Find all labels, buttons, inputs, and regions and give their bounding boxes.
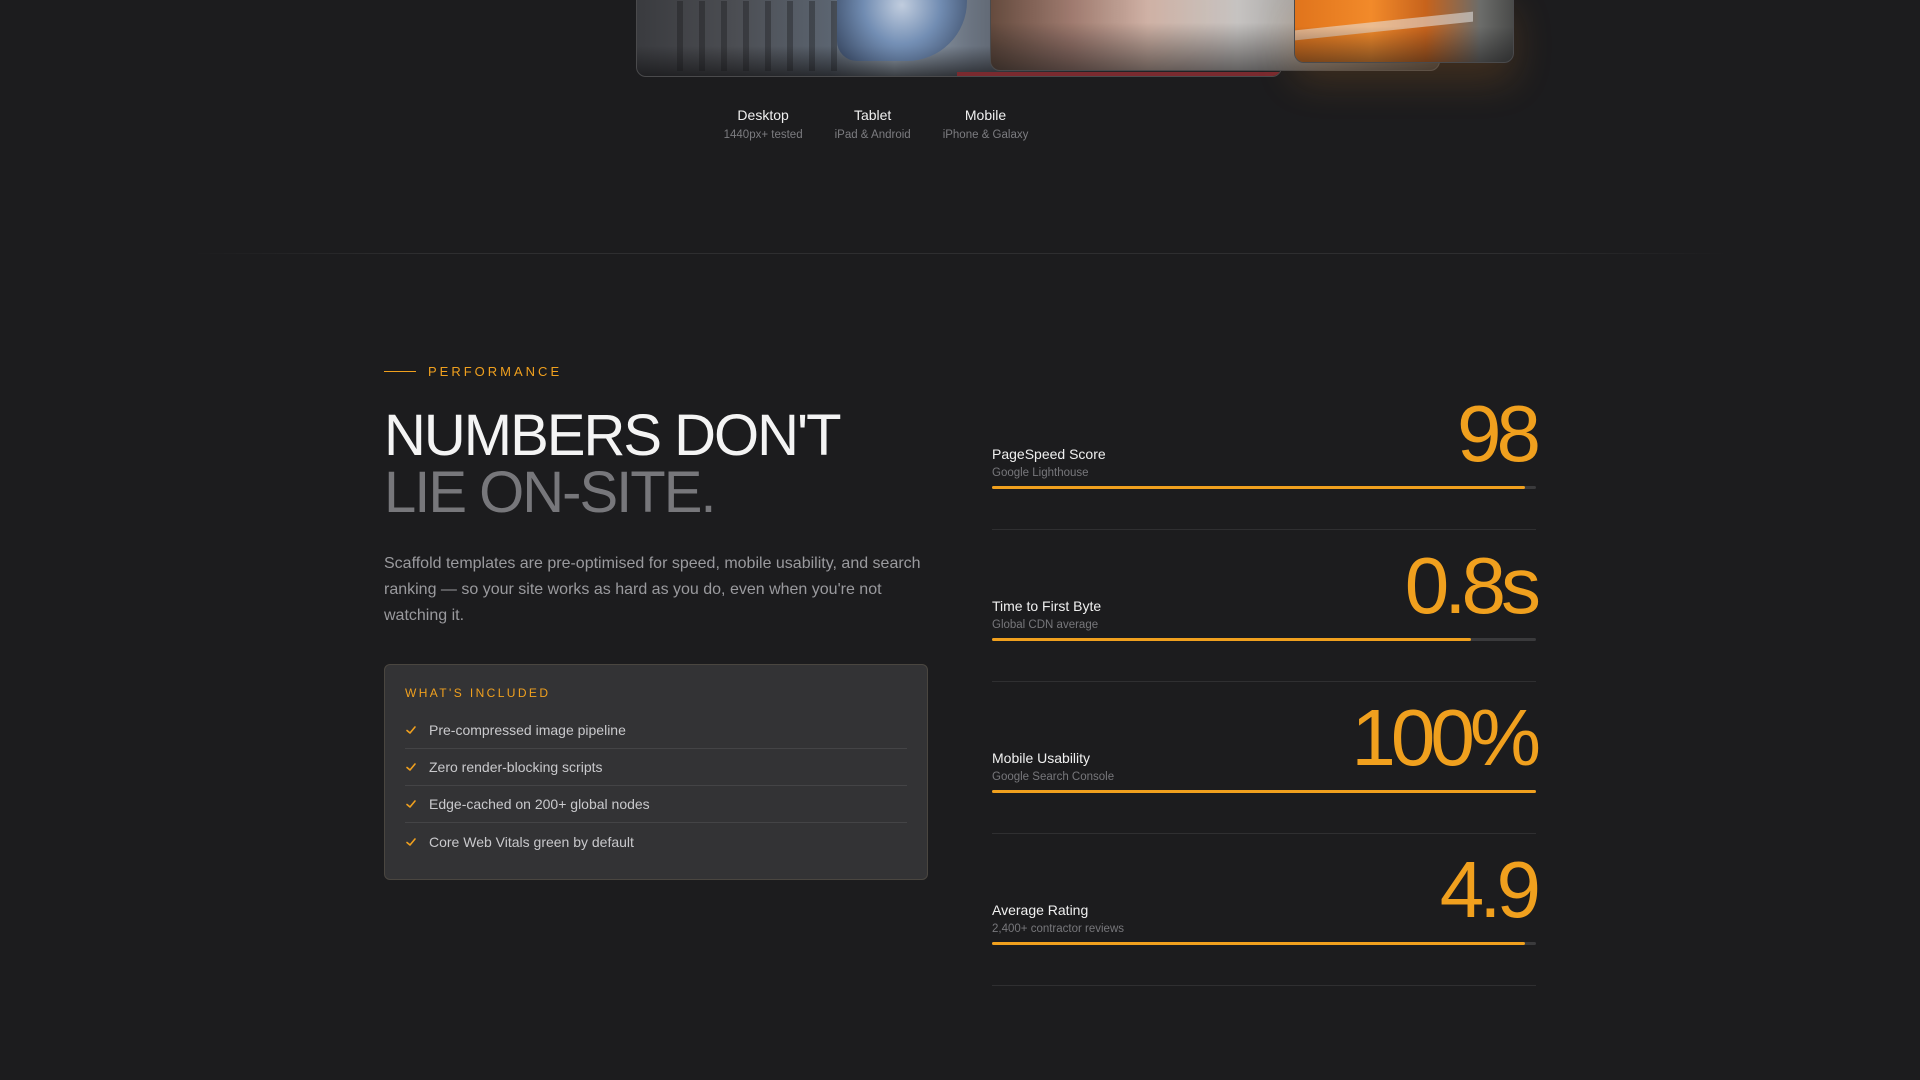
stat-value: 0.8s xyxy=(1404,541,1541,630)
stat-source: Google Lighthouse xyxy=(992,467,1089,479)
progress-track xyxy=(992,486,1536,489)
device-title: Mobile xyxy=(964,107,1007,123)
performance-intro: PERFORMANCE NUMBERS DON'T LIE ON-SITE. S… xyxy=(384,364,929,629)
list-item-text: Core Web Vitals green by default xyxy=(429,833,634,850)
stat-source: 2,400+ contractor reviews xyxy=(992,923,1124,935)
stat-value: 100% xyxy=(1351,693,1541,782)
stat-label: Average Rating xyxy=(992,902,1089,918)
list-item: Edge-cached on 200+ global nodes xyxy=(405,786,907,823)
stat-source: Google Search Console xyxy=(992,771,1115,783)
list-item-text: Zero render-blocking scripts xyxy=(429,759,603,775)
device-label-tablet: Tablet iPad & Android xyxy=(835,106,911,142)
mobile-mockup-image xyxy=(1294,0,1514,63)
device-subtitle: 1440px+ tested xyxy=(723,129,803,141)
list-item: Zero render-blocking scripts xyxy=(405,749,907,786)
eyebrow-text: PERFORMANCE xyxy=(428,364,563,379)
whats-included-card: WHAT'S INCLUDED Pre-compressed image pip… xyxy=(384,664,928,880)
stat-mobile-usability: Mobile Usability Google Search Console 1… xyxy=(992,682,1541,834)
list-item-text: Pre-compressed image pipeline xyxy=(429,722,626,738)
section-divider xyxy=(190,253,1730,254)
device-title: Tablet xyxy=(853,107,892,123)
stat-pagespeed: PageSpeed Score Google Lighthouse 98 xyxy=(992,378,1541,530)
stat-label: PageSpeed Score xyxy=(992,446,1106,462)
stat-source: Global CDN average xyxy=(992,619,1099,631)
device-mockups xyxy=(636,0,1516,90)
list-item-text: Edge-cached on 200+ global nodes xyxy=(429,796,650,812)
device-title: Desktop xyxy=(737,107,789,123)
device-labels: Desktop 1440px+ tested Tablet iPad & And… xyxy=(0,106,1920,142)
progress-track xyxy=(992,942,1536,945)
section-headline: NUMBERS DON'T LIE ON-SITE. xyxy=(384,403,929,525)
stat-value: 98 xyxy=(1457,389,1541,478)
list-item: Pre-compressed image pipeline xyxy=(405,712,907,749)
section-eyebrow: PERFORMANCE xyxy=(384,364,929,379)
device-label-mobile: Mobile iPhone & Galaxy xyxy=(943,106,1029,142)
stat-label: Time to First Byte xyxy=(992,598,1102,614)
progress-track xyxy=(992,790,1536,793)
check-icon xyxy=(406,837,416,846)
stat-value: 4.9 xyxy=(1439,845,1541,934)
eyebrow-line xyxy=(384,371,416,372)
progress-fill xyxy=(992,486,1526,489)
device-subtitle: iPhone & Galaxy xyxy=(942,129,1029,141)
progress-fill xyxy=(992,638,1471,641)
stat-average-rating: Average Rating 2,400+ contractor reviews… xyxy=(992,834,1541,986)
device-label-desktop: Desktop 1440px+ tested xyxy=(724,106,803,142)
check-icon xyxy=(406,726,416,734)
performance-stats: PageSpeed Score Google Lighthouse 98 Tim… xyxy=(992,378,1541,986)
included-list: Pre-compressed image pipeline Zero rende… xyxy=(405,712,907,860)
progress-fill xyxy=(992,790,1536,793)
stat-label: Mobile Usability xyxy=(992,750,1091,766)
headline-line-2: LIE ON-SITE. xyxy=(384,460,717,525)
progress-track xyxy=(992,638,1536,641)
device-subtitle: iPad & Android xyxy=(834,129,911,141)
section-intro: Scaffold templates are pre-optimised for… xyxy=(384,555,921,624)
list-item: Core Web Vitals green by default xyxy=(405,823,907,860)
progress-fill xyxy=(992,942,1526,945)
card-title: WHAT'S INCLUDED xyxy=(405,686,551,700)
headline-line-1: NUMBERS DON'T xyxy=(384,403,842,468)
check-icon xyxy=(406,800,416,808)
check-icon xyxy=(406,763,416,771)
stat-ttfb: Time to First Byte Global CDN average 0.… xyxy=(992,530,1541,682)
